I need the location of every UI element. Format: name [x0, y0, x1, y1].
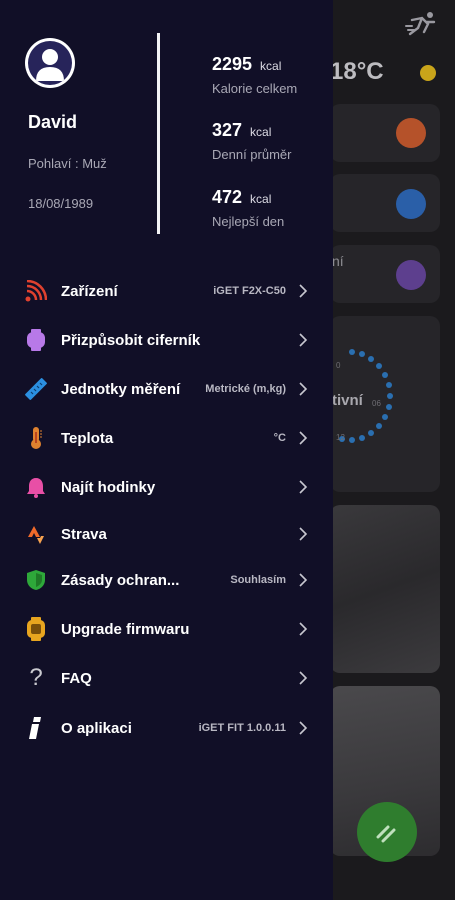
chevron-right-icon: [299, 480, 308, 494]
chevron-right-icon: [299, 431, 308, 445]
avatar[interactable]: [25, 38, 75, 88]
stat-value: 472: [212, 187, 243, 207]
sport-fab-button[interactable]: [357, 802, 417, 862]
menu-item-units[interactable]: Jednotky měření Metrické (m,kg): [0, 366, 333, 412]
chevron-right-icon: [299, 333, 308, 347]
menu-value: iGET F2X-C50: [213, 285, 286, 297]
stat-daily-average: 327 kcal Denní průměr: [212, 120, 291, 162]
stat-value: 2295: [212, 54, 253, 74]
menu-value: Metrické (m,kg): [205, 383, 286, 395]
stat-value: 327: [212, 120, 243, 140]
stat-label: Kalorie celkem: [212, 81, 298, 96]
stat-unit: kcal: [260, 59, 282, 73]
menu-item-privacy-policy[interactable]: Zásady ochran... Souhlasím: [0, 557, 333, 603]
signal-icon: [24, 279, 48, 303]
thermometer-icon: [24, 426, 48, 450]
info-icon: [24, 716, 48, 740]
menu-item-device[interactable]: Zařízení iGET F2X-C50: [0, 268, 333, 314]
chevron-right-icon: [299, 573, 308, 587]
clock-icon: [396, 260, 426, 290]
fire-icon: [396, 118, 426, 148]
menu-label: Jednotky měření: [61, 380, 181, 398]
location-icon: [396, 189, 426, 219]
ring-tick-12: 12: [336, 433, 345, 442]
stat-unit: kcal: [250, 192, 272, 206]
menu-item-strava[interactable]: Strava: [0, 511, 333, 557]
chevron-right-icon: [299, 527, 308, 541]
ring-tick-06: 06: [372, 399, 381, 408]
temperature-readout: 18°C: [330, 58, 384, 85]
menu-label: Přizpůsobit ciferník: [61, 331, 201, 349]
menu-value: Souhlasím: [230, 574, 286, 586]
menu-label: Najít hodinky: [61, 478, 156, 496]
stat-unit: kcal: [250, 125, 272, 139]
user-name: David: [28, 112, 78, 132]
chevron-right-icon: [299, 671, 308, 685]
bg-partial-text: ní: [332, 253, 344, 269]
running-icon[interactable]: [404, 10, 438, 40]
menu-label: FAQ: [61, 669, 92, 687]
menu-item-firmware-upgrade[interactable]: Upgrade firmwaru: [0, 606, 333, 652]
ruler-icon: [24, 377, 48, 401]
watch-icon: [24, 328, 48, 352]
stat-label: Denní průměr: [212, 147, 292, 162]
menu-value: °C: [273, 432, 286, 444]
menu-label: O aplikaci: [61, 719, 132, 737]
menu-item-watch-face[interactable]: Přizpůsobit ciferník: [0, 317, 333, 363]
menu-label: Teplota: [61, 429, 114, 447]
ring-tick-0: 0: [336, 361, 341, 370]
shield-icon: [24, 568, 48, 592]
menu-label: Strava: [61, 525, 107, 543]
stat-label: Nejlepší den: [212, 214, 285, 229]
profile-divider: [157, 33, 160, 234]
user-icon: [36, 49, 64, 81]
sun-icon: [420, 65, 436, 81]
navigation-drawer: David Pohlaví : Muž 18/08/1989 2295 kcal …: [0, 0, 333, 900]
chevron-right-icon: [299, 721, 308, 735]
question-icon: ?: [29, 664, 43, 691]
user-gender: Pohlaví : Muž: [28, 156, 107, 171]
menu-item-temperature[interactable]: Teplota °C: [0, 415, 333, 461]
chevron-right-icon: [299, 382, 308, 396]
bg-photo-card[interactable]: [330, 505, 440, 673]
chevron-right-icon: [299, 622, 308, 636]
stat-best-day: 472 kcal Nejlepší den: [212, 187, 284, 229]
chevron-right-icon: [299, 284, 308, 298]
menu-item-find-watch[interactable]: Najít hodinky: [0, 464, 333, 510]
menu-item-faq[interactable]: ? FAQ: [0, 655, 333, 701]
user-birthdate: 18/08/1989: [28, 196, 94, 211]
firmware-icon: [24, 617, 48, 641]
menu-label: Upgrade firmwaru: [61, 620, 190, 638]
menu-label: Zařízení: [61, 282, 118, 300]
bell-icon: [24, 475, 48, 499]
menu-item-about[interactable]: O aplikaci iGET FIT 1.0.0.11: [0, 705, 333, 751]
stat-total-calories: 2295 kcal Kalorie celkem: [212, 54, 297, 96]
menu-label: Zásady ochran...: [61, 571, 180, 589]
strava-icon: [24, 522, 48, 546]
sport-icon: [376, 825, 396, 843]
menu-value: iGET FIT 1.0.0.11: [198, 722, 286, 734]
